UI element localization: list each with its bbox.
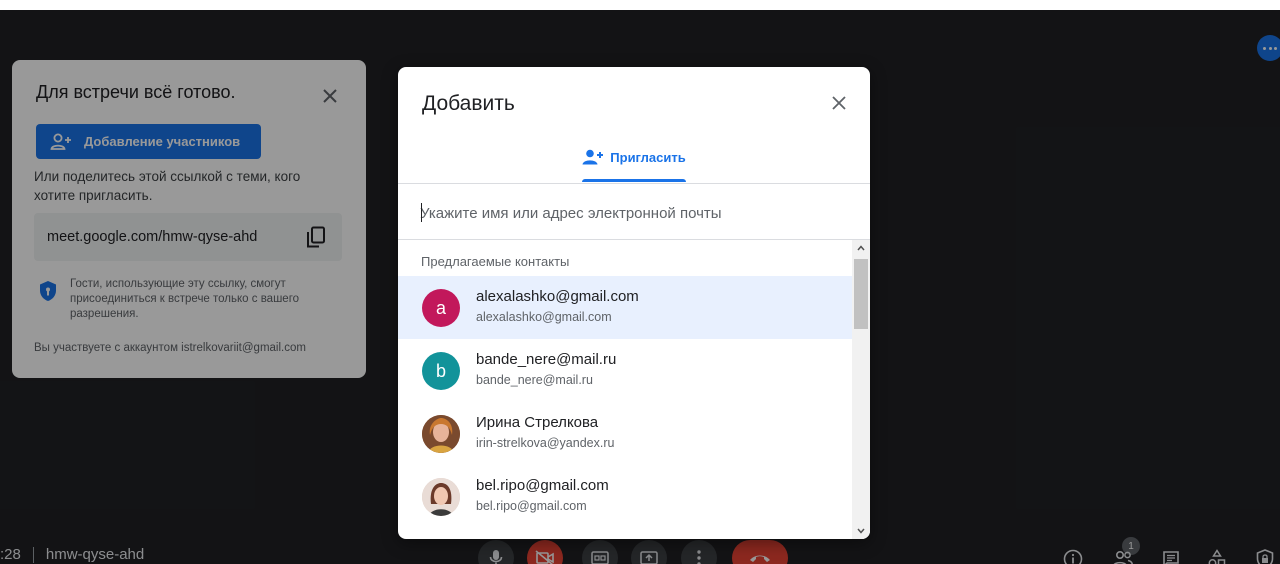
- scroll-up-arrow[interactable]: [855, 242, 867, 254]
- contact-email: irin-strelkova@yandex.ru: [476, 436, 615, 450]
- person-photo-icon: [422, 415, 460, 453]
- contact-item[interactable]: b bande_nere@mail.ru bande_nere@mail.ru: [398, 339, 852, 402]
- contact-name: Ирина Стрелкова: [476, 414, 599, 431]
- contact-email: bande_nere@mail.ru: [476, 373, 593, 387]
- person-add-icon: [582, 149, 604, 165]
- add-people-dialog: Добавить Пригласить Предлагаемые контакт…: [398, 67, 870, 539]
- contact-item[interactable]: a alexalashko@gmail.com alexalashko@gmai…: [398, 276, 852, 339]
- suggested-contacts-list: Предлагаемые контакты a alexalashko@gmai…: [398, 240, 852, 539]
- contact-item[interactable]: [398, 528, 852, 539]
- contact-item[interactable]: bel.ripo@gmail.com bel.ripo@gmail.com: [398, 465, 852, 528]
- suggested-contacts-header: Предлагаемые контакты: [421, 254, 570, 269]
- avatar-photo: [422, 415, 460, 453]
- scrollbar-thumb[interactable]: [854, 259, 868, 329]
- contact-name: alexalashko@gmail.com: [476, 288, 639, 305]
- contact-email: bel.ripo@gmail.com: [476, 499, 587, 513]
- avatar-photo: [422, 478, 460, 516]
- chevron-up-icon: [857, 245, 865, 251]
- contact-name: bande_nere@mail.ru: [476, 351, 617, 368]
- dialog-title: Добавить: [422, 92, 515, 115]
- avatar: b: [422, 352, 460, 390]
- person-photo-icon: [422, 478, 460, 516]
- search-input[interactable]: [420, 193, 850, 233]
- contact-item[interactable]: Ирина Стрелкова irin-strelkova@yandex.ru: [398, 402, 852, 465]
- avatar: a: [422, 289, 460, 327]
- active-tab-indicator: [582, 179, 686, 182]
- contact-email: alexalashko@gmail.com: [476, 310, 612, 324]
- contact-name: bel.ripo@gmail.com: [476, 477, 609, 494]
- close-icon[interactable]: [828, 92, 850, 114]
- scroll-down-arrow[interactable]: [855, 525, 867, 537]
- chevron-down-icon: [857, 528, 865, 534]
- tab-invite-label: Пригласить: [610, 150, 686, 165]
- divider: [398, 183, 870, 184]
- text-caret: [421, 203, 422, 222]
